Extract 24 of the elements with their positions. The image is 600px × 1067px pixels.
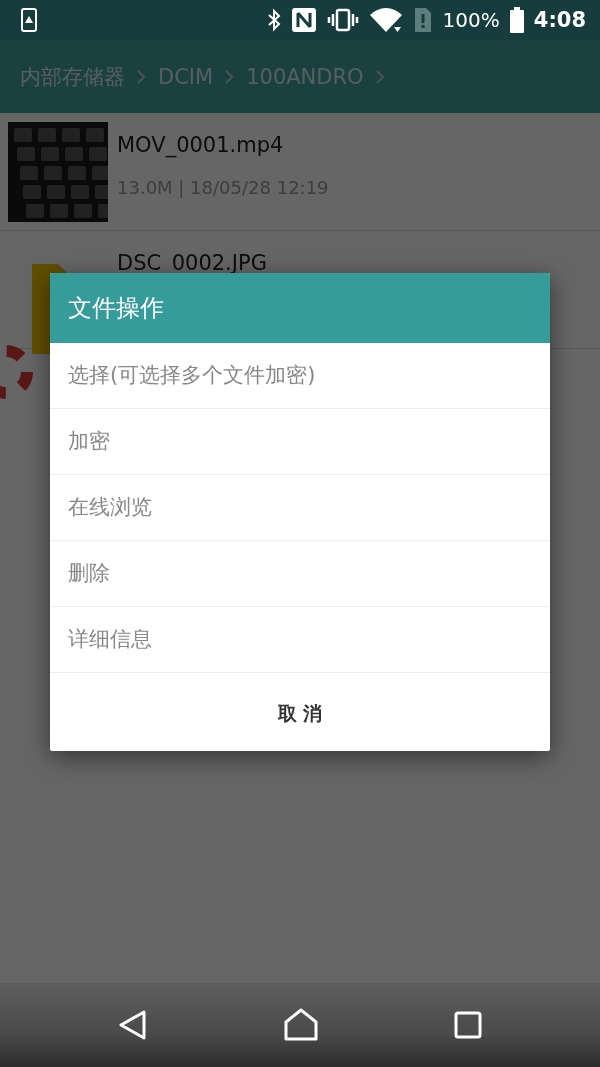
vibrate-icon — [326, 8, 359, 32]
battery-icon — [509, 7, 524, 33]
chevron-icon — [137, 69, 146, 84]
recent-apps-icon[interactable] — [454, 1011, 482, 1039]
menu-item[interactable]: 加密 — [50, 408, 550, 475]
alert-icon — [20, 7, 38, 33]
menu-item[interactable]: 在线浏览 — [50, 474, 550, 541]
menu-item[interactable]: 详细信息 — [50, 606, 550, 673]
nfc-icon — [290, 7, 317, 33]
file-name[interactable]: DSC_0002.JPG — [117, 251, 267, 275]
back-icon[interactable] — [118, 1009, 148, 1041]
chevron-icon — [225, 69, 235, 84]
battery-percentage: 100% — [442, 8, 500, 32]
sim-card-icon — [412, 6, 433, 34]
cancel-button[interactable]: 取 消 — [50, 672, 550, 751]
menu-item[interactable]: 选择(可选择多个文件加密) — [50, 342, 550, 409]
wifi-icon — [368, 7, 403, 33]
menu-item[interactable]: 删除 — [50, 540, 550, 607]
bluetooth-icon — [266, 8, 281, 32]
clock-time: 4:08 — [533, 8, 586, 32]
home-icon[interactable] — [284, 1008, 318, 1042]
file-name[interactable]: MOV_0001.mp4 — [117, 133, 329, 157]
dialog-title: 文件操作 — [50, 272, 550, 343]
chevron-icon — [375, 69, 385, 84]
